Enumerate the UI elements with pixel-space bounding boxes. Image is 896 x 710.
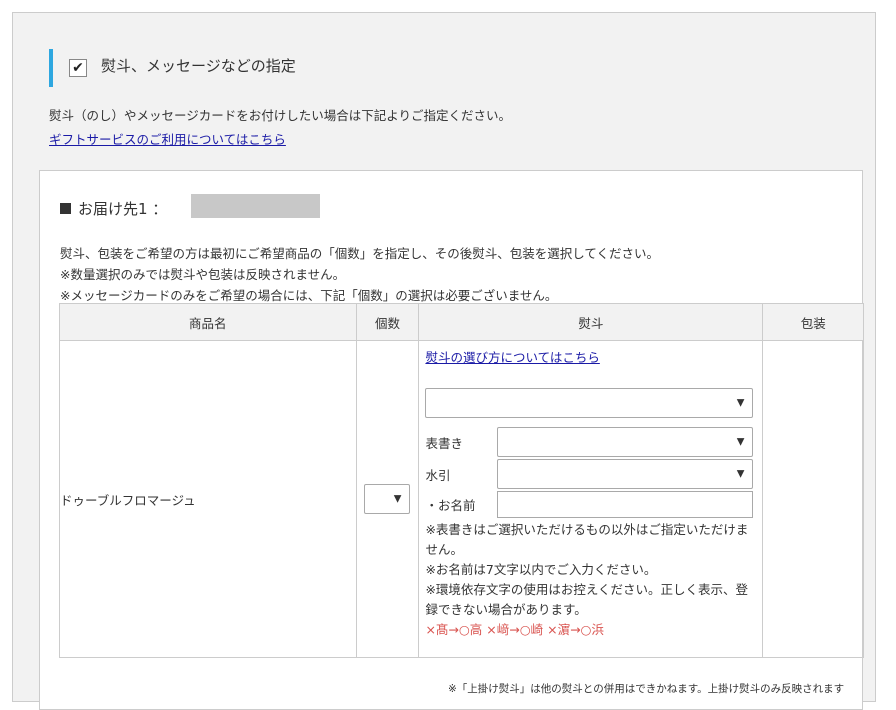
gift-options-section: ✔ 熨斗、メッセージなどの指定 熨斗（のし）やメッセージカードをお付けしたい場合…	[12, 12, 876, 710]
section-title: 熨斗、メッセージなどの指定	[101, 57, 296, 75]
noshi-cell: 熨斗の選び方についてはこちら ▼ 表書き ▼ 水引 ▼ ・お名前 ※表書きはご選…	[418, 340, 764, 658]
noshi-notes: ※表書きはご選択いただけるもの以外はご指定いただけません。 ※お名前は7文字以内…	[425, 520, 756, 640]
destination-label: お届け先1 ：	[78, 200, 168, 218]
header-product: 商品名	[59, 303, 357, 341]
product-name: ドゥーブルフロマージュ	[59, 340, 357, 658]
noshi-note: ※お名前は7文字以内でご入力ください。	[425, 562, 657, 577]
character-examples: ×髙→○高 ×﨑→○崎 ×濵→○浜	[425, 622, 604, 637]
table-row: ドゥーブルフロマージュ ▼ 熨斗の選び方についてはこちら ▼ 表書き ▼ 水引 …	[59, 340, 864, 658]
mizuhiki-select[interactable]: ▼	[497, 459, 754, 489]
gift-options-checkbox[interactable]: ✔	[69, 59, 87, 77]
header-wrapping: 包装	[762, 303, 864, 341]
chevron-down-icon: ▼	[736, 397, 745, 409]
omote-select[interactable]: ▼	[497, 427, 754, 457]
noshi-note: ※表書きはご選択いただけるもの以外はご指定いただけません。	[425, 522, 749, 557]
omote-row: 表書き ▼	[425, 427, 756, 457]
name-label: ・お名前	[425, 498, 476, 513]
omote-label: 表書き	[425, 435, 463, 451]
chevron-down-icon: ▼	[736, 468, 745, 480]
header-noshi: 熨斗	[418, 303, 764, 341]
noshi-type-select[interactable]: ▼	[425, 388, 754, 418]
note-line: 熨斗、包装をご希望の方は最初にご希望商品の「個数」を指定し、その後熨斗、包装を選…	[60, 246, 660, 261]
square-bullet-icon	[60, 203, 71, 214]
table-header-row: 商品名 個数 熨斗 包装	[59, 303, 864, 341]
intro-text: 熨斗（のし）やメッセージカードをお付けしたい場合は下記よりご指定ください。	[49, 108, 512, 123]
items-table: 商品名 個数 熨斗 包装 ドゥーブルフロマージュ ▼ 熨斗の選び方についてはこち…	[59, 303, 864, 658]
quantity-select[interactable]: ▼	[364, 484, 411, 514]
mizuhiki-label: 水引	[425, 467, 451, 483]
destination-notes: 熨斗、包装をご希望の方は最初にご希望商品の「個数」を指定し、その後熨斗、包装を選…	[60, 243, 659, 306]
gift-service-link[interactable]: ギフトサービスのご利用についてはこちら	[49, 129, 286, 148]
header-quantity: 個数	[355, 303, 420, 341]
wrapping-cell	[762, 340, 864, 658]
destination-card: お届け先1 ： 熨斗、包装をご希望の方は最初にご希望商品の「個数」を指定し、その…	[39, 170, 864, 710]
note-line: ※数量選択のみでは熨斗や包装は反映されません。	[60, 267, 346, 282]
quantity-cell: ▼	[355, 340, 420, 658]
mizuhiki-row: 水引 ▼	[425, 459, 756, 489]
chevron-down-icon: ▼	[393, 493, 402, 505]
noshi-guide-link[interactable]: 熨斗の選び方についてはこちら	[425, 347, 756, 366]
noshi-note: ※環境依存文字の使用はお控えください。正しく表示、登録できない場合があります。	[425, 582, 749, 617]
name-row: ・お名前	[425, 491, 756, 518]
checkmark-icon: ✔	[72, 60, 84, 76]
name-input[interactable]	[497, 491, 754, 518]
destination-name-redacted	[191, 194, 320, 218]
chevron-down-icon: ▼	[736, 436, 745, 448]
section-accent-bar	[49, 49, 53, 87]
